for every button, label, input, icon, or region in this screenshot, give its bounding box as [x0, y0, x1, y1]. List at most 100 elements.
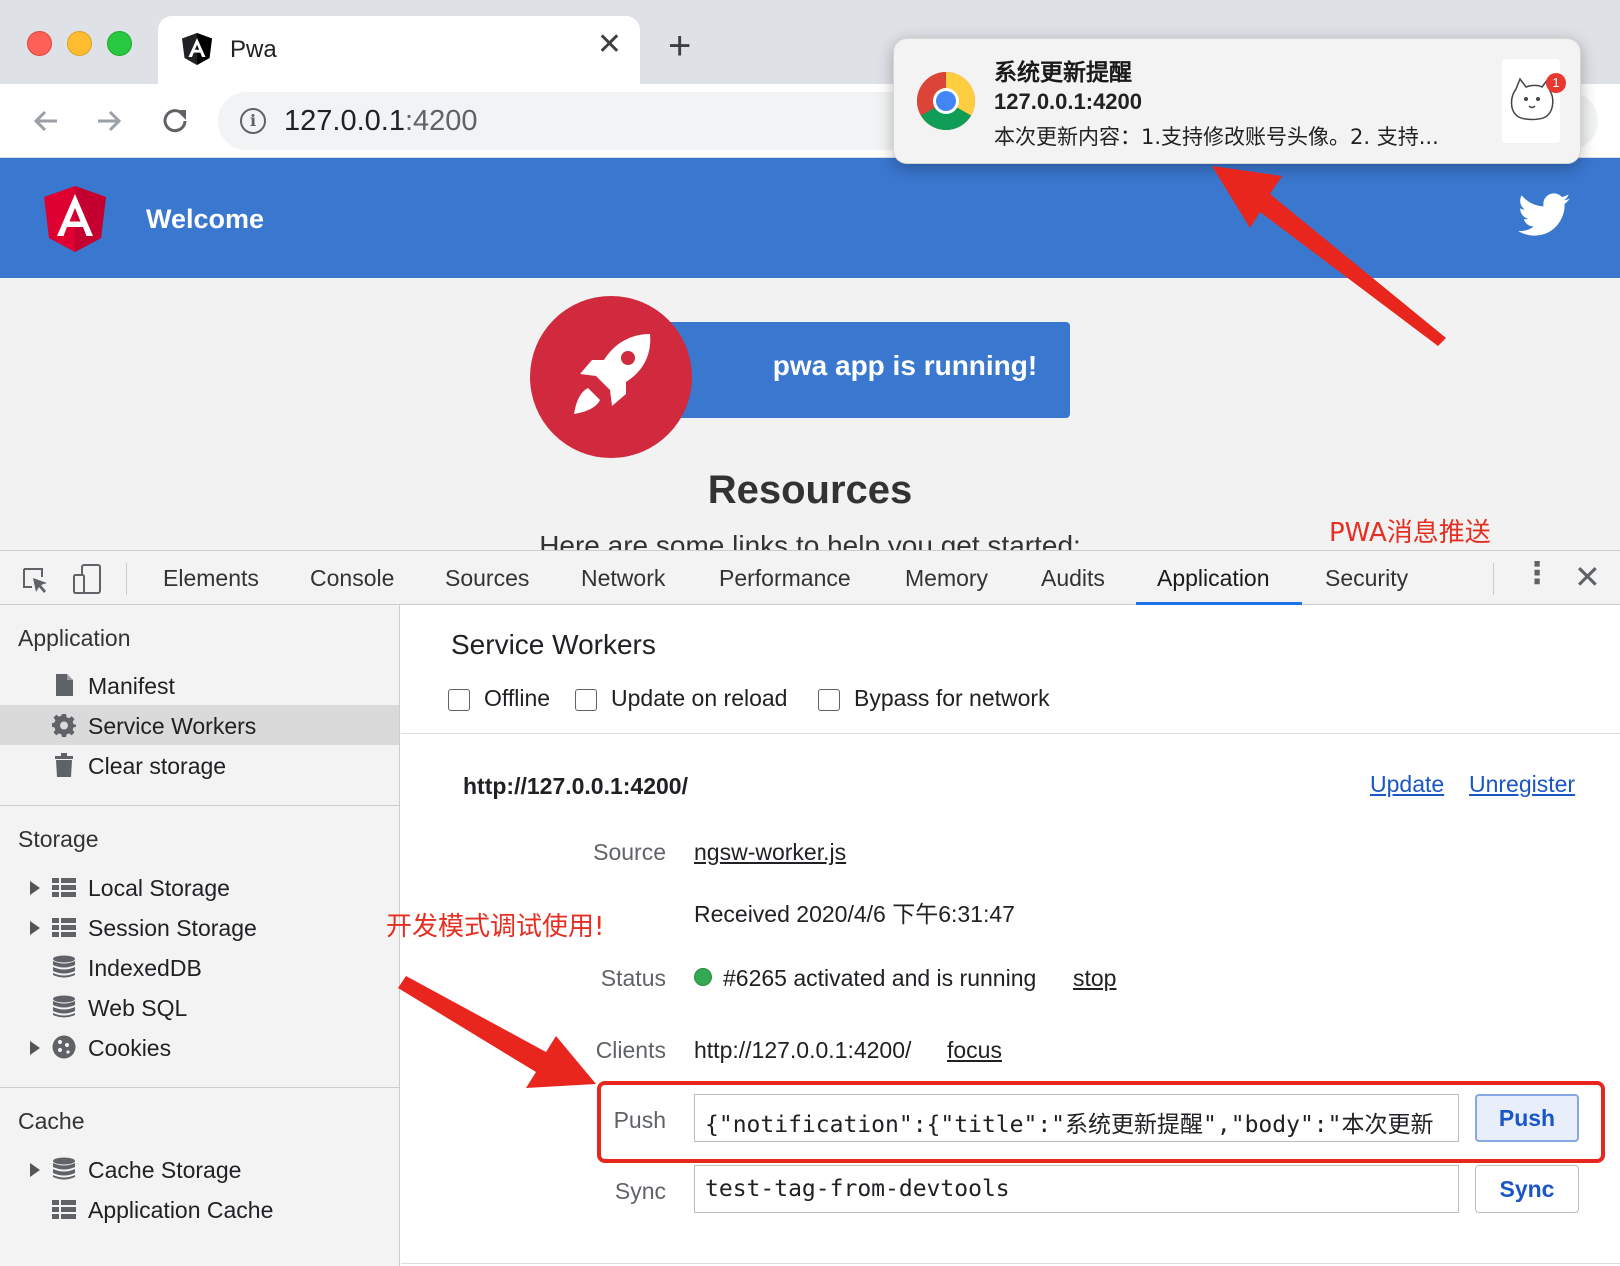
rocket-icon — [574, 334, 651, 414]
checkbox-box[interactable] — [575, 689, 597, 711]
unregister-link[interactable]: Unregister — [1469, 771, 1575, 798]
sidebar-item-cache-storage[interactable]: Cache Storage — [0, 1149, 399, 1189]
file-icon — [56, 674, 73, 696]
angular-favicon-icon — [182, 33, 212, 65]
tab-sources[interactable]: Sources — [445, 565, 529, 592]
angular-logo-icon — [44, 186, 106, 252]
tab-console[interactable]: Console — [310, 565, 394, 592]
sidebar-item-label: Local Storage — [88, 875, 230, 901]
trash-icon — [55, 753, 73, 777]
checkbox-label: Bypass for network — [854, 685, 1050, 711]
tab-audits[interactable]: Audits — [1041, 565, 1105, 592]
tab-application[interactable]: Application — [1157, 565, 1270, 592]
clients-value: http://127.0.0.1:4200/ — [694, 1037, 912, 1063]
devtools-tabbar: Elements Console Sources Network Perform… — [0, 551, 1620, 605]
tab-security[interactable]: Security — [1325, 565, 1408, 592]
sidebar-item-label: Clear storage — [88, 753, 227, 779]
sidebar-item-label: Cookies — [88, 1035, 172, 1061]
expand-arrow-icon[interactable] — [30, 921, 40, 935]
running-banner: pwa app is running! — [640, 322, 1070, 418]
tab-memory[interactable]: Memory — [905, 565, 988, 592]
app-toolbar: Welcome — [0, 158, 1620, 278]
sidebar-item-cookies[interactable]: Cookies — [0, 1027, 399, 1067]
source-label: Source — [593, 839, 666, 865]
status-indicator — [694, 968, 712, 986]
sidebar-item-label: Session Storage — [88, 915, 257, 941]
panel-title: Service Workers — [451, 629, 656, 660]
notification-body: 本次更新内容：1.支持修改账号头像。2. 支持... — [994, 125, 1439, 149]
expand-arrow-icon[interactable] — [30, 1163, 40, 1177]
chrome-logo-icon — [917, 72, 975, 130]
toolbar-separator — [126, 563, 127, 595]
database-icon — [53, 995, 75, 1018]
tab-elements[interactable]: Elements — [163, 565, 259, 592]
sidebar-item-session-storage[interactable]: Session Storage — [0, 907, 399, 947]
section-divider — [401, 733, 1620, 734]
expand-arrow-icon[interactable] — [30, 881, 40, 895]
close-devtools-icon[interactable]: ✕ — [1574, 561, 1601, 593]
browser-tab[interactable]: Pwa ✕ — [158, 16, 640, 84]
more-options-icon[interactable]: ⋮ — [1522, 559, 1552, 589]
sidebar-item-application-cache[interactable]: Application Cache — [0, 1189, 399, 1229]
sidebar-item-local-storage[interactable]: Local Storage — [0, 867, 399, 907]
cookie-icon — [52, 1035, 76, 1059]
rocket-badge — [530, 296, 692, 458]
stop-link[interactable]: stop — [1073, 965, 1116, 992]
update-link[interactable]: Update — [1370, 771, 1444, 798]
site-info-icon[interactable]: i — [240, 108, 266, 134]
table-grid-icon — [52, 1200, 76, 1219]
twitter-icon[interactable] — [1518, 192, 1570, 238]
sidebar-item-service-workers[interactable]: Service Workers — [0, 705, 399, 745]
tab-close-icon[interactable]: ✕ — [597, 30, 622, 60]
close-window-button[interactable] — [27, 31, 52, 56]
source-link[interactable]: ngsw-worker.js — [694, 839, 846, 866]
welcome-text: Welcome — [146, 204, 265, 234]
device-toolbar-icon[interactable] — [72, 563, 102, 595]
running-text: pwa app is running! — [772, 350, 1038, 381]
url-text[interactable]: 127.0.0.1:4200 — [284, 105, 478, 138]
sidebar-item-indexeddb[interactable]: IndexedDB — [0, 947, 399, 987]
checkbox-box[interactable] — [448, 689, 470, 711]
sync-label: Sync — [614, 1178, 666, 1204]
minimize-window-button[interactable] — [67, 31, 92, 56]
sidebar-item-label: IndexedDB — [88, 955, 202, 981]
annotation-pwa-push: PWA消息推送 — [1329, 518, 1491, 548]
sidebar-heading-application: Application — [18, 625, 131, 651]
sidebar-item-label: Service Workers — [88, 713, 257, 739]
sidebar-item-label: Application Cache — [88, 1197, 274, 1223]
sidebar-item-label: Manifest — [88, 673, 175, 699]
worker-origin: http://127.0.0.1:4200/ — [463, 773, 688, 799]
gear-icon — [52, 714, 76, 737]
checkbox-label: Offline — [484, 685, 551, 711]
sync-button[interactable]: Sync — [1475, 1165, 1579, 1213]
tab-performance[interactable]: Performance — [719, 565, 851, 592]
sidebar-item-clear-storage[interactable]: Clear storage — [0, 745, 399, 785]
forward-arrow-icon[interactable] — [90, 102, 128, 140]
sidebar-item-label: Web SQL — [88, 995, 188, 1021]
clients-label: Clients — [595, 1037, 666, 1063]
zoom-window-button[interactable] — [107, 31, 132, 56]
table-grid-icon — [52, 878, 76, 897]
status-text: #6265 activated and is running — [723, 965, 1037, 991]
focus-link[interactable]: focus — [947, 1037, 1002, 1064]
sidebar-item-manifest[interactable]: Manifest — [0, 665, 399, 705]
new-tab-button[interactable]: + — [668, 26, 691, 66]
status-label: Status — [600, 965, 666, 991]
web-page: Welcome pwa app is running! Resources He… — [0, 158, 1620, 550]
sidebar-heading-storage: Storage — [18, 826, 99, 852]
annotation-dev-mode: 开发模式调试使用! — [386, 912, 605, 942]
tab-network[interactable]: Network — [581, 565, 665, 592]
database-icon — [53, 955, 75, 978]
expand-arrow-icon[interactable] — [30, 1041, 40, 1055]
inspect-element-icon[interactable] — [20, 565, 50, 595]
checkbox-box[interactable] — [818, 689, 840, 711]
sync-input[interactable]: test-tag-from-devtools — [694, 1165, 1459, 1213]
sidebar-divider — [0, 1087, 399, 1088]
database-icon — [53, 1157, 75, 1180]
reload-icon[interactable] — [156, 102, 194, 140]
sidebar-item-web-sql[interactable]: Web SQL — [0, 987, 399, 1027]
received-timestamp: Received 2020/4/6 下午6:31:47 — [694, 901, 1015, 927]
push-notification[interactable]: 系统更新提醒 127.0.0.1:4200 本次更新内容：1.支持修改账号头像。… — [893, 38, 1581, 164]
back-arrow-icon[interactable] — [27, 102, 65, 140]
checkbox-label: Update on reload — [611, 685, 788, 711]
